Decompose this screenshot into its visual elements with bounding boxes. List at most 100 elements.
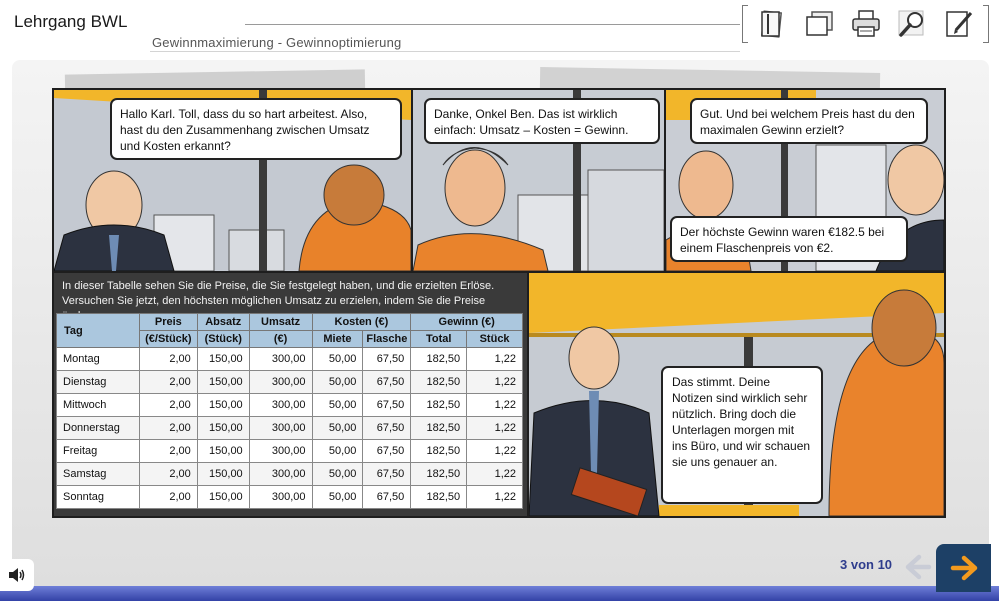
page-counter: 3 von 10 [840,557,893,572]
table-cell-value: 182,50 [410,462,468,486]
column-header-revenue-unit: (€) [248,330,313,348]
table-cell-value: 300,00 [248,462,313,486]
table-row: Donnerstag 2,00 150,00 300,00 50,00 67,50 182,… [56,416,523,440]
table-cell-value: 2,00 [138,416,198,440]
table-cell-value: 182,50 [410,370,468,394]
table-cell-value: 1,22 [466,393,523,417]
table-cell-value: 67,50 [362,462,412,486]
table-cell-value: 2,00 [138,370,198,394]
notes-icon [760,10,782,38]
table-cell-value: 50,00 [311,416,364,440]
page-subtitle: Gewinnmaximierung - Gewinnoptimierung [152,35,402,50]
column-header-total: Total [410,330,468,348]
table-cell-value: 1,22 [466,439,523,463]
next-page-button[interactable] [936,544,991,592]
table-cell-value: 150,00 [196,393,250,417]
arrow-left-icon [905,554,932,580]
column-header-revenue: Umsatz [248,313,313,331]
previous-page-button[interactable] [902,552,932,582]
table-row: Mittwoch 2,00 150,00 300,00 50,00 67,50 182,50… [56,393,523,417]
table-cell-day: Samstag [56,462,140,486]
table-cell-value: 150,00 [196,347,250,371]
column-header-rent: Miete [311,330,364,348]
table-cell-value: 67,50 [362,439,412,463]
column-header-day: Tag [56,313,140,348]
pages-button[interactable] [795,4,842,44]
footer-band [0,586,999,601]
column-header-bottle: Flasche [362,330,412,348]
table-cell-value: 1,22 [466,347,523,371]
notes-button[interactable] [748,4,795,44]
speech-bubble: Das stimmt. Deine Notizen sind wirklich … [661,366,823,504]
table-cell-value: 2,00 [138,462,198,486]
table-cell-value: 150,00 [196,462,250,486]
table-cell-value: 1,22 [466,485,523,509]
subtitle-divider [150,51,740,52]
edit-button[interactable] [936,4,983,44]
speech-bubble: Danke, Onkel Ben. Das ist wirklich einfa… [424,98,660,144]
print-button[interactable] [842,4,889,44]
table-cell-value: 2,00 [138,393,198,417]
table-cell-value: 300,00 [248,485,313,509]
speech-bubble: Hallo Karl. Toll, dass du so hart arbeit… [110,98,402,160]
table-cell-value: 50,00 [311,485,364,509]
search-icon [898,10,923,37]
table-row: Samstag 2,00 150,00 300,00 50,00 67,50 182,50 1… [56,462,523,486]
toolbar [742,4,989,44]
table-row: Dienstag 2,00 150,00 300,00 50,00 67,50 182,50… [56,370,523,394]
table-cell-day: Dienstag [56,370,140,394]
column-header-sales: Absatz [196,313,250,331]
table-cell-value: 300,00 [248,370,313,394]
table-cell-day: Sonntag [56,485,140,509]
column-header-per-piece: Stück [466,330,523,348]
table-cell-value: 50,00 [311,462,364,486]
table-cell-value: 300,00 [248,439,313,463]
toolbar-bracket-right [983,5,989,43]
table-cell-value: 1,22 [466,370,523,394]
table-cell-value: 1,22 [466,462,523,486]
table-row: Freitag 2,00 150,00 300,00 50,00 67,50 182,50 1… [56,439,523,463]
column-header-price-unit: (€/Stück) [138,330,198,348]
table-cell-value: 182,50 [410,416,468,440]
search-button[interactable] [889,4,936,44]
app-title: Lehrgang BWL [14,12,128,31]
speech-bubble: Gut. Und bei welchem Preis hast du den m… [690,98,928,144]
revenue-table: Tag Preis Absatz Umsatz Kosten (€) Gewin… [56,313,523,509]
table-cell-day: Mittwoch [56,393,140,417]
table-cell-value: 182,50 [410,347,468,371]
table-cell-value: 150,00 [196,439,250,463]
table-cell-day: Montag [56,347,140,371]
column-group-profit: Gewinn (€) [410,313,523,331]
table-cell-value: 182,50 [410,439,468,463]
table-row: Montag 2,00 150,00 300,00 50,00 67,50 182,50 1,… [56,347,523,371]
table-cell-value: 2,00 [138,347,198,371]
table-cell-value: 50,00 [311,393,364,417]
header-divider [245,24,740,25]
table-cell-value: 150,00 [196,416,250,440]
table-cell-value: 67,50 [362,393,412,417]
table-cell-value: 150,00 [196,485,250,509]
table-cell-value: 300,00 [248,393,313,417]
table-row: Sonntag 2,00 150,00 300,00 50,00 67,50 182,50 1… [56,485,523,509]
print-icon [851,10,880,37]
table-cell-value: 50,00 [311,347,364,371]
column-group-costs: Kosten (€) [311,313,412,331]
sound-button[interactable] [0,559,34,591]
table-cell-value: 300,00 [248,347,313,371]
table-cell-day: Donnerstag [56,416,140,440]
table-cell-value: 1,22 [466,416,523,440]
speaker-icon [9,568,25,582]
table-cell-value: 67,50 [362,347,412,371]
arrow-right-icon [950,555,977,581]
table-cell-day: Freitag [56,439,140,463]
table-cell-value: 300,00 [248,416,313,440]
table-cell-value: 2,00 [138,485,198,509]
table-cell-value: 50,00 [311,370,364,394]
speech-bubble: Der höchste Gewinn waren €182.5 bei eine… [670,216,908,262]
table-cell-value: 67,50 [362,416,412,440]
table-cell-value: 2,00 [138,439,198,463]
column-header-price: Preis [138,313,198,331]
table-cell-value: 67,50 [362,370,412,394]
edit-icon [945,11,972,37]
pages-icon [805,11,833,36]
